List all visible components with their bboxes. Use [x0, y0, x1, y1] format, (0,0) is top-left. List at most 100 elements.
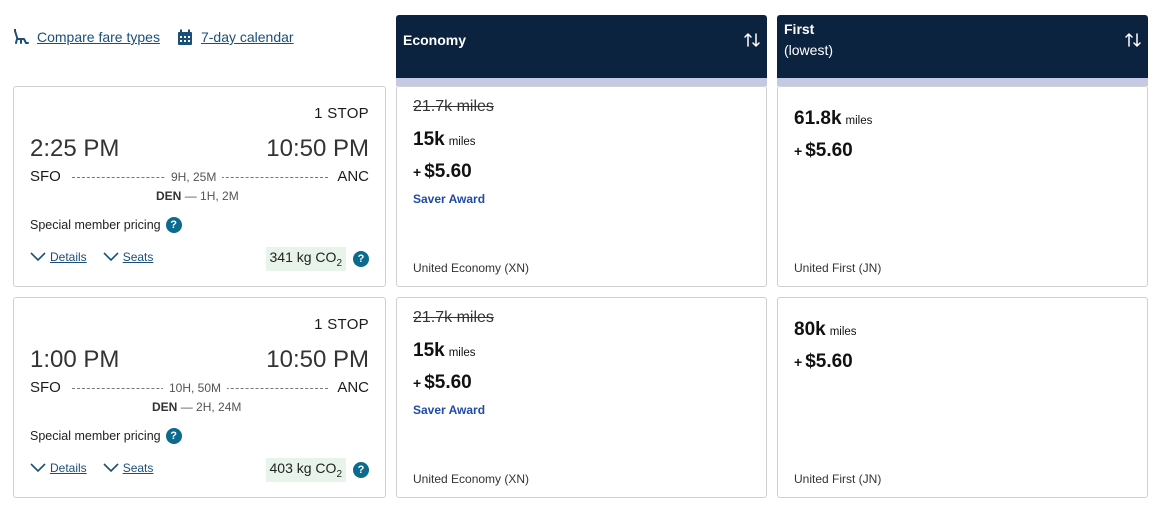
plus-sign: +	[413, 164, 422, 180]
miles-unit: miles	[845, 115, 873, 127]
details-toggle[interactable]: Details	[30, 461, 87, 475]
seats-label: Seats	[122, 250, 154, 264]
taxes-price: + $5.60	[794, 140, 853, 162]
taxes-value: $5.60	[805, 351, 853, 372]
chevron-down-icon	[30, 252, 46, 262]
miles-value: 15k	[413, 340, 445, 361]
economy-header-title: Economy	[403, 32, 467, 48]
flight-card: 1 STOP 1:00 PM 10:50 PM SFO ANC 10H, 50M…	[13, 297, 386, 498]
help-icon[interactable]: ?	[165, 428, 182, 444]
special-pricing-label: Special member pricing	[30, 218, 161, 232]
co2-value: 341 kg CO	[269, 249, 337, 265]
cabin-fare-code: United First (JN)	[794, 472, 882, 486]
economy-fare-option[interactable]: 21.7k miles 15k miles + $5.60 Saver Award …	[396, 86, 767, 287]
arrival-time: 10:50 PM	[266, 346, 369, 373]
miles-value: 61.8k	[794, 108, 842, 129]
taxes-value: $5.60	[424, 161, 472, 182]
economy-header-strip	[396, 78, 767, 86]
seats-toggle[interactable]: Seats	[103, 250, 154, 264]
details-toggle[interactable]: Details	[30, 250, 87, 264]
economy-fare-option[interactable]: 21.7k miles 15k miles + $5.60 Saver Award …	[396, 297, 767, 498]
original-miles-price: 21.7k miles	[413, 98, 494, 115]
destination-code: ANC	[337, 379, 369, 396]
first-fare-option[interactable]: 61.8k miles + $5.60 United First (JN)	[777, 86, 1148, 287]
cabin-fare-code: United Economy (XN)	[413, 261, 530, 275]
seven-day-calendar-link[interactable]: 7-day calendar	[176, 28, 294, 46]
miles-price: 15k miles	[413, 129, 476, 151]
co2-badge: 341 kg CO2	[265, 247, 346, 271]
stops-label: 1 STOP	[314, 316, 369, 333]
layover-info: DEN — 1H, 2M	[156, 189, 239, 203]
chevron-down-icon	[30, 463, 46, 473]
help-icon[interactable]: ?	[353, 461, 369, 478]
destination-code: ANC	[337, 168, 369, 185]
origin-code: SFO	[30, 379, 61, 396]
co2-badge: 403 kg CO2	[265, 458, 346, 482]
first-header-subtitle: (lowest)	[784, 42, 834, 58]
chevron-down-icon	[103, 463, 119, 473]
detail-links: Details Seats	[30, 461, 169, 475]
original-miles-price: 21.7k miles	[413, 309, 494, 326]
layover-duration: — 2H, 24M	[180, 400, 242, 414]
miles-price: 80k miles	[794, 319, 857, 341]
saver-award-badge[interactable]: Saver Award	[413, 403, 485, 417]
seats-label: Seats	[122, 461, 154, 475]
taxes-price: + $5.60	[413, 372, 472, 394]
miles-unit: miles	[448, 347, 476, 359]
origin-code: SFO	[30, 168, 61, 185]
cabin-fare-code: United First (JN)	[794, 261, 882, 275]
arrival-time: 10:50 PM	[266, 135, 369, 162]
taxes-value: $5.60	[424, 372, 472, 393]
miles-unit: miles	[829, 326, 857, 338]
calendar-icon	[176, 28, 194, 46]
seven-day-calendar-label: 7-day calendar	[200, 29, 294, 45]
layover-airport: DEN	[156, 189, 182, 203]
taxes-price: + $5.60	[413, 161, 472, 183]
plus-sign: +	[794, 143, 803, 159]
top-links: Compare fare types 7-day calendar	[12, 27, 310, 47]
co2-emissions: 341 kg CO2 ?	[265, 247, 369, 271]
plus-sign: +	[413, 375, 422, 391]
special-pricing-label: Special member pricing	[30, 429, 161, 443]
departure-time: 2:25 PM	[30, 135, 120, 162]
saver-award-badge[interactable]: Saver Award	[413, 192, 485, 206]
economy-column-header[interactable]: Economy	[396, 15, 767, 86]
first-column-header[interactable]: First (lowest)	[777, 15, 1148, 86]
miles-price: 61.8k miles	[794, 108, 872, 130]
help-icon[interactable]: ?	[353, 250, 369, 267]
compare-fare-types-link[interactable]: Compare fare types	[12, 28, 160, 46]
seats-toggle[interactable]: Seats	[103, 461, 154, 475]
miles-price: 15k miles	[413, 340, 476, 362]
cabin-fare-code: United Economy (XN)	[413, 472, 530, 486]
co2-subscript: 2	[336, 257, 342, 269]
layover-airport: DEN	[152, 400, 178, 414]
special-member-pricing: Special member pricing ?	[30, 217, 182, 233]
details-label: Details	[50, 250, 87, 264]
taxes-value: $5.60	[805, 140, 853, 161]
special-member-pricing: Special member pricing ?	[30, 428, 182, 444]
sort-icon[interactable]	[743, 31, 761, 49]
compare-fare-types-label: Compare fare types	[37, 29, 160, 45]
miles-unit: miles	[448, 136, 476, 148]
miles-value: 80k	[794, 319, 826, 340]
departure-time: 1:00 PM	[30, 346, 120, 373]
flight-duration: 10H, 50M	[163, 381, 228, 395]
chevron-down-icon	[103, 252, 119, 262]
stops-label: 1 STOP	[314, 105, 369, 122]
sort-icon[interactable]	[1124, 31, 1142, 49]
co2-emissions: 403 kg CO2 ?	[265, 458, 369, 482]
flight-duration: 9H, 25M	[165, 170, 223, 184]
first-header-strip	[777, 78, 1148, 86]
co2-subscript: 2	[336, 468, 342, 480]
details-label: Details	[50, 461, 87, 475]
taxes-price: + $5.60	[794, 351, 853, 373]
detail-links: Details Seats	[30, 250, 169, 264]
plus-sign: +	[794, 354, 803, 370]
first-fare-option[interactable]: 80k miles + $5.60 United First (JN)	[777, 297, 1148, 498]
first-header-title: First	[784, 21, 815, 37]
layover-info: DEN — 2H, 24M	[152, 400, 241, 414]
help-icon[interactable]: ?	[165, 217, 182, 233]
co2-value: 403 kg CO	[269, 460, 337, 476]
layover-duration: — 1H, 2M	[184, 189, 239, 203]
seat-icon	[12, 28, 30, 46]
